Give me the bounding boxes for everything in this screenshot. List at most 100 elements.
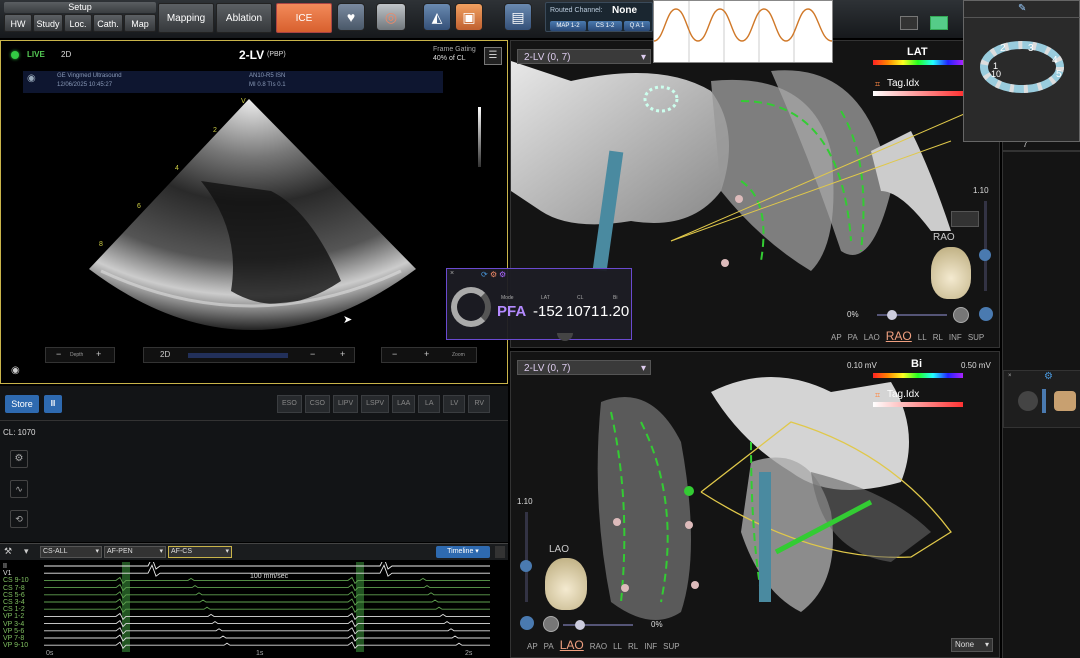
map-bottom-view-pa[interactable]: PA bbox=[544, 642, 554, 651]
popup-gear-icon[interactable]: ⚙ bbox=[499, 270, 506, 279]
popup-close-icon[interactable]: × bbox=[450, 270, 454, 277]
structure-button-laa[interactable]: LAA bbox=[392, 395, 416, 413]
channel-select-af-cs[interactable]: AF-CS ▾ bbox=[168, 546, 232, 558]
map-bottom-rotate-icon[interactable] bbox=[520, 616, 534, 630]
ultrasound-title: 2-LV bbox=[239, 48, 265, 62]
view-mode-icon[interactable] bbox=[930, 16, 948, 30]
map-bottom-view-rao[interactable]: RAO bbox=[590, 642, 607, 651]
mapping-button[interactable]: Mapping bbox=[158, 3, 214, 33]
map-top-grid-icon[interactable] bbox=[951, 211, 979, 227]
ecg-expand-icon[interactable]: ▾ bbox=[24, 546, 29, 557]
record-icon[interactable]: ▣ bbox=[455, 3, 483, 31]
ecg-tool-icon[interactable]: ⚒ bbox=[4, 546, 12, 557]
gain-slider[interactable] bbox=[188, 353, 288, 358]
map-top-view-rao[interactable]: RAO bbox=[886, 329, 912, 343]
tools-sphere-icon[interactable] bbox=[1018, 391, 1038, 411]
mode-2d-label: 2D bbox=[61, 50, 72, 59]
setup-study-button[interactable]: Study bbox=[33, 14, 63, 32]
map-bottom-view-lao[interactable]: LAO bbox=[560, 638, 584, 652]
waveform-icon[interactable]: ∿ bbox=[10, 480, 28, 498]
gain-control[interactable]: 2D − + bbox=[143, 347, 355, 363]
map-bottom-view-sup[interactable]: SUP bbox=[663, 642, 679, 651]
structure-button-eso[interactable]: ESO bbox=[277, 395, 302, 413]
tools-catheter-icon[interactable] bbox=[1054, 391, 1076, 411]
structure-button-lspv[interactable]: LSPV bbox=[361, 395, 390, 413]
catheter-tool-icon[interactable]: ✎ bbox=[1018, 3, 1026, 14]
ice-button[interactable]: ICE bbox=[276, 3, 332, 33]
routed-chip-map[interactable]: MAP 1-2 bbox=[550, 21, 586, 31]
map-top-opacity-handle[interactable] bbox=[887, 310, 897, 320]
map-top-view-pa[interactable]: PA bbox=[848, 333, 858, 342]
monitor-icon[interactable] bbox=[900, 16, 918, 30]
map-bottom-opacity-slider[interactable] bbox=[563, 624, 633, 626]
ultrasound-panel: LIVE 2D 2-LV (PBP) Frame Gating 40% of C… bbox=[0, 40, 508, 384]
heart-orientation-icon[interactable] bbox=[931, 247, 971, 299]
popup-refresh-icon[interactable]: ⟳ bbox=[481, 270, 488, 279]
map-bottom-view-rl[interactable]: RL bbox=[628, 642, 638, 651]
map-bottom-view-ap[interactable]: AP bbox=[527, 642, 538, 651]
compass-icon[interactable]: ◎ bbox=[376, 3, 406, 31]
map-top-view-lao[interactable]: LAO bbox=[864, 333, 880, 342]
structure-button-lv[interactable]: LV bbox=[443, 395, 466, 413]
map-top-view-select[interactable]: 2-LV (0, 7) ▾ bbox=[517, 49, 651, 64]
setup-loc-button[interactable]: Loc. bbox=[64, 14, 92, 32]
gain-minus-icon[interactable]: − bbox=[310, 349, 315, 359]
zoom-plus-icon[interactable]: + bbox=[424, 349, 429, 359]
setup-map-button[interactable]: Map bbox=[124, 14, 156, 32]
depth-plus-icon[interactable]: + bbox=[96, 349, 101, 359]
channel-select-cs-all[interactable]: CS-ALL ▾ bbox=[40, 546, 102, 558]
tools-slider[interactable] bbox=[1042, 389, 1046, 413]
map-bottom-zoom-slider[interactable] bbox=[525, 512, 528, 602]
tools-close-icon[interactable]: × bbox=[1008, 373, 1012, 379]
ecg-scrollbar[interactable] bbox=[495, 546, 505, 558]
depth-minus-icon[interactable]: − bbox=[56, 349, 61, 359]
map-top-view-inf[interactable]: INF bbox=[949, 333, 962, 342]
map-top-view-rl[interactable]: RL bbox=[933, 333, 943, 342]
setup-cath-button[interactable]: Cath. bbox=[93, 14, 123, 32]
structure-button-cso[interactable]: CSO bbox=[304, 395, 330, 413]
popup-settings-icon[interactable]: ⚙ bbox=[490, 270, 497, 279]
gear-icon[interactable]: ⚙ bbox=[10, 450, 28, 468]
store-button[interactable]: Store bbox=[5, 395, 39, 413]
structure-button-la[interactable]: LA bbox=[418, 395, 441, 413]
ultrasound-cone-icon[interactable]: ◭ bbox=[423, 3, 451, 31]
tools-gear-icon[interactable]: ⚙ bbox=[1044, 371, 1053, 382]
eye-icon[interactable]: ◉ bbox=[11, 365, 20, 376]
ablation-button[interactable]: Ablation bbox=[216, 3, 272, 33]
depth-control[interactable]: − Depth + bbox=[45, 347, 115, 363]
timeline-button[interactable]: Timeline ▾ bbox=[436, 546, 490, 558]
map-top-zoom-slider[interactable] bbox=[984, 201, 987, 291]
map-bottom-sphere-icon[interactable] bbox=[543, 616, 559, 632]
ge-logo-icon: ◉ bbox=[27, 73, 36, 84]
channel-select-af-pen[interactable]: AF-PEN ▾ bbox=[104, 546, 166, 558]
zoom-minus-icon[interactable]: − bbox=[392, 349, 397, 359]
structure-button-rv[interactable]: RV bbox=[468, 395, 491, 413]
routed-chip-qa[interactable]: Q A 1 bbox=[624, 21, 650, 31]
map-top-view-ll[interactable]: LL bbox=[918, 333, 927, 342]
map-bottom-zoom-handle[interactable] bbox=[520, 560, 532, 572]
top-toolbar: Setup HW Study Loc. Cath. Map Mapping Ab… bbox=[0, 0, 1080, 63]
heart-add-icon[interactable]: ♥ bbox=[337, 3, 365, 31]
structure-button-lipv[interactable]: LIPV bbox=[332, 395, 359, 413]
gain-plus-icon[interactable]: + bbox=[340, 349, 345, 359]
map-top-zoom-handle[interactable] bbox=[979, 249, 991, 261]
map-top-view-sup[interactable]: SUP bbox=[968, 333, 984, 342]
settings-sliders-icon[interactable]: ☰ bbox=[484, 47, 502, 65]
map-bottom-view-select[interactable]: 2-LV (0, 7) ▾ bbox=[517, 360, 651, 375]
map-bottom-opacity-handle[interactable] bbox=[575, 620, 585, 630]
pause-button[interactable]: II bbox=[44, 395, 62, 413]
screens-icon[interactable]: ▤ bbox=[504, 3, 532, 31]
pfa-collapse-icon[interactable] bbox=[557, 333, 573, 341]
map-top-sphere-icon[interactable] bbox=[953, 307, 969, 323]
map-top-view-ap[interactable]: AP bbox=[831, 333, 842, 342]
zoom-control[interactable]: − + Zoom bbox=[381, 347, 477, 363]
map-top-rotate-icon[interactable] bbox=[979, 307, 993, 321]
reset-icon[interactable]: ⟲ bbox=[10, 510, 28, 528]
map-bottom-view-inf[interactable]: INF bbox=[644, 642, 657, 651]
heart-orientation-icon-bottom[interactable] bbox=[545, 558, 587, 610]
pfa-lat-value: -152 bbox=[533, 303, 564, 320]
setup-hw-button[interactable]: HW bbox=[4, 14, 32, 32]
map-bottom-view-ll[interactable]: LL bbox=[613, 642, 622, 651]
routed-chip-cs[interactable]: CS 1-2 bbox=[588, 21, 622, 31]
map-bottom-none-select[interactable]: None ▾ bbox=[951, 638, 993, 652]
